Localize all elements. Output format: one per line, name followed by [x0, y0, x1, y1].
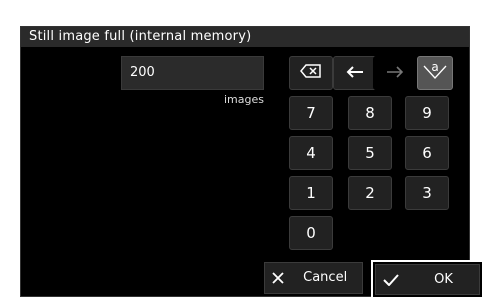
digit-key-4[interactable]: 4 [289, 136, 333, 170]
unit-label: images [224, 93, 264, 106]
digit-key-7[interactable]: 7 [289, 96, 333, 130]
digit-key-8[interactable]: 8 [348, 96, 392, 130]
screen: Still image full (internal memory) 200 i… [0, 0, 490, 307]
alpha-mode-letter: a [431, 60, 438, 74]
ok-label: OK [434, 272, 453, 287]
value-input[interactable]: 200 [121, 56, 264, 90]
arrow-left-icon [346, 64, 364, 82]
cancel-label: Cancel [303, 270, 348, 285]
arrow-right-icon [386, 64, 404, 82]
alpha-mode-icon: a [422, 60, 448, 85]
digit-key-6[interactable]: 6 [405, 136, 449, 170]
digit-key-2[interactable]: 2 [348, 176, 392, 210]
ok-button[interactable]: OK [375, 264, 480, 295]
cursor-right-button[interactable] [373, 56, 417, 90]
checkmark-icon [376, 265, 406, 295]
close-icon [265, 263, 291, 293]
backspace-button[interactable] [289, 56, 333, 90]
digit-key-3[interactable]: 3 [405, 176, 449, 210]
digit-key-9[interactable]: 9 [405, 96, 449, 130]
backspace-icon [300, 64, 322, 82]
alpha-mode-button[interactable]: a [417, 56, 453, 90]
digit-key-0[interactable]: 0 [289, 216, 333, 250]
ok-focus-frame: OK [371, 260, 484, 299]
dialog-title: Still image full (internal memory) [21, 27, 469, 47]
digit-key-1[interactable]: 1 [289, 176, 333, 210]
cursor-left-button[interactable] [333, 56, 377, 90]
cancel-button[interactable]: Cancel [264, 262, 363, 294]
digit-key-5[interactable]: 5 [348, 136, 392, 170]
